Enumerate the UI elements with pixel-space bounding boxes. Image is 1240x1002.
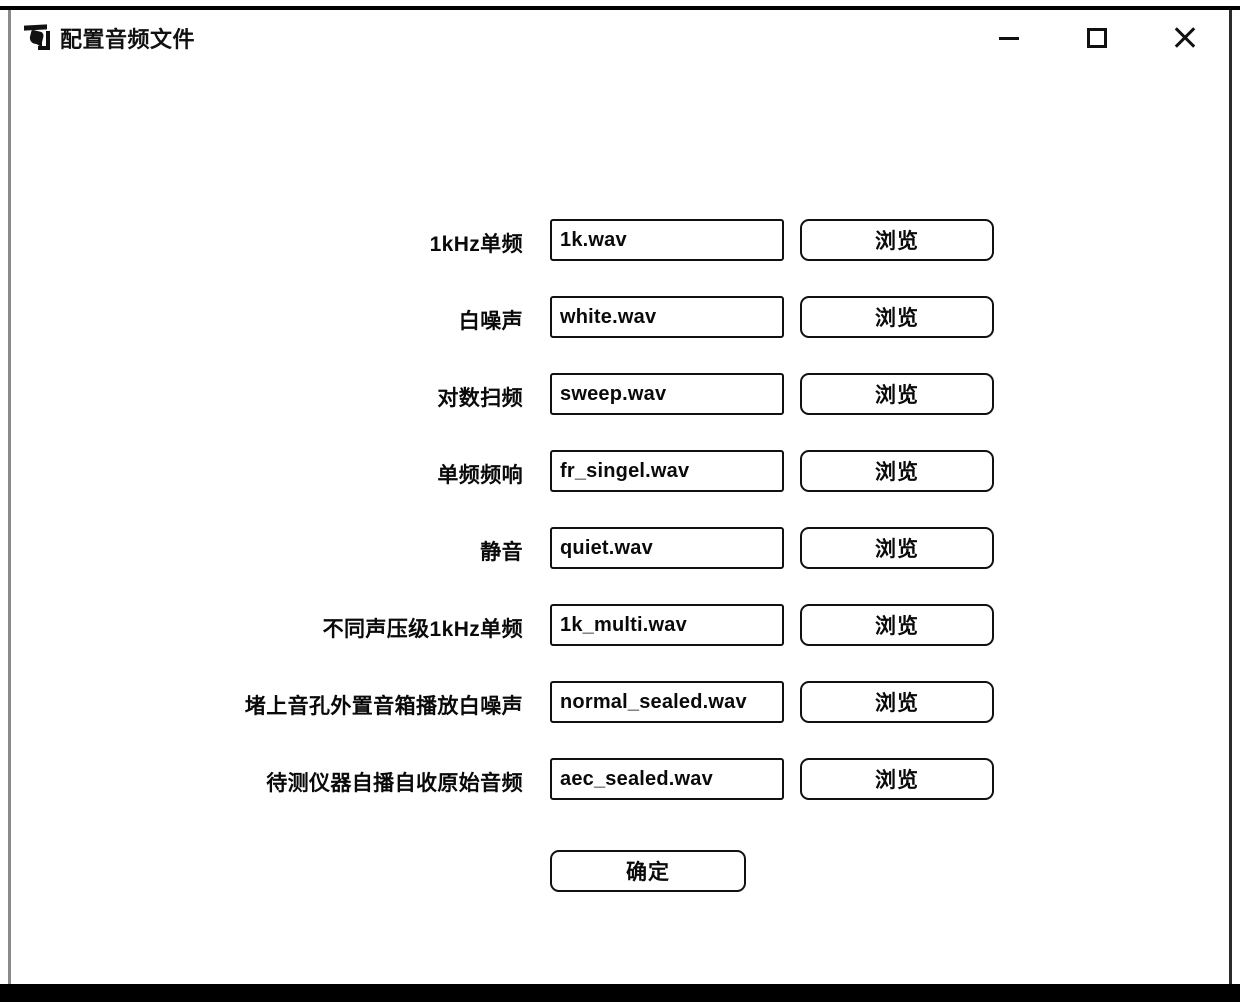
file-path-input-log-sweep[interactable] xyxy=(550,373,784,415)
browse-button-multi-spl-1khz-tone[interactable]: 浏览 xyxy=(800,604,994,646)
browse-button-single-tone-response[interactable]: 浏览 xyxy=(800,450,994,492)
window-frame-right xyxy=(1229,10,1232,984)
browse-button-sealed-port-speaker-white-noise[interactable]: 浏览 xyxy=(800,681,994,723)
form-row: 白噪声 浏览 xyxy=(11,292,1229,369)
field-label-sealed-port-speaker-white-noise: 堵上音孔外置音箱播放白噪声 xyxy=(244,695,523,718)
field-label-log-sweep: 对数扫频 xyxy=(437,387,523,410)
dialog-window: 配置音频文件 1kHz单频 浏览 白噪声 xyxy=(11,10,1229,984)
file-path-input-device-loopback-source[interactable] xyxy=(550,758,784,800)
file-path-input-1khz-tone[interactable] xyxy=(550,219,784,261)
window-title: 配置音频文件 xyxy=(60,27,196,52)
file-path-input-sealed-port-speaker-white-noise[interactable] xyxy=(550,681,784,723)
window-controls xyxy=(965,10,1229,66)
browse-button-white-noise[interactable]: 浏览 xyxy=(800,296,994,338)
form-row: 堵上音孔外置音箱播放白噪声 浏览 xyxy=(11,677,1229,754)
file-path-input-single-tone-response[interactable] xyxy=(550,450,784,492)
form-row: 待测仪器自播自收原始音频 浏览 xyxy=(11,754,1229,831)
field-label-white-noise: 白噪声 xyxy=(458,310,523,333)
form-row: 不同声压级1kHz单频 浏览 xyxy=(11,600,1229,677)
browse-button-1khz-tone[interactable]: 浏览 xyxy=(800,219,994,261)
form-row: 对数扫频 浏览 xyxy=(11,369,1229,446)
field-label-silence: 静音 xyxy=(480,541,523,564)
title-bar-left: 配置音频文件 xyxy=(11,22,195,54)
field-label-single-tone-response: 单频频响 xyxy=(437,464,523,487)
maximize-button[interactable] xyxy=(1053,10,1141,66)
form-row: 静音 浏览 xyxy=(11,523,1229,600)
browse-button-silence[interactable]: 浏览 xyxy=(800,527,994,569)
confirm-button[interactable]: 确定 xyxy=(550,850,746,892)
field-label-multi-spl-1khz-tone: 不同声压级1kHz单频 xyxy=(322,618,523,641)
form-row: 单频频响 浏览 xyxy=(11,446,1229,523)
file-path-input-multi-spl-1khz-tone[interactable] xyxy=(550,604,784,646)
app-screen: 配置音频文件 1kHz单频 浏览 白噪声 xyxy=(0,0,1240,1002)
browse-button-device-loopback-source[interactable]: 浏览 xyxy=(800,758,994,800)
file-path-input-silence[interactable] xyxy=(550,527,784,569)
maximize-icon xyxy=(1087,28,1107,48)
form-row: 1kHz单频 浏览 xyxy=(11,215,1229,292)
minimize-button[interactable] xyxy=(965,10,1053,66)
close-button[interactable] xyxy=(1141,10,1229,66)
audio-config-icon xyxy=(21,23,51,53)
field-label-1khz-tone: 1kHz单频 xyxy=(429,233,523,256)
minimize-icon xyxy=(999,36,1019,40)
window-frame-bottom xyxy=(0,984,1240,1002)
title-bar[interactable]: 配置音频文件 xyxy=(11,10,1229,66)
field-label-device-loopback-source: 待测仪器自播自收原始音频 xyxy=(266,772,523,795)
file-path-input-white-noise[interactable] xyxy=(550,296,784,338)
close-icon xyxy=(1172,25,1198,51)
audio-file-form: 1kHz单频 浏览 白噪声 浏览 对数扫频 浏览 单频频响 浏览 静音 xyxy=(11,215,1229,831)
browse-button-log-sweep[interactable]: 浏览 xyxy=(800,373,994,415)
